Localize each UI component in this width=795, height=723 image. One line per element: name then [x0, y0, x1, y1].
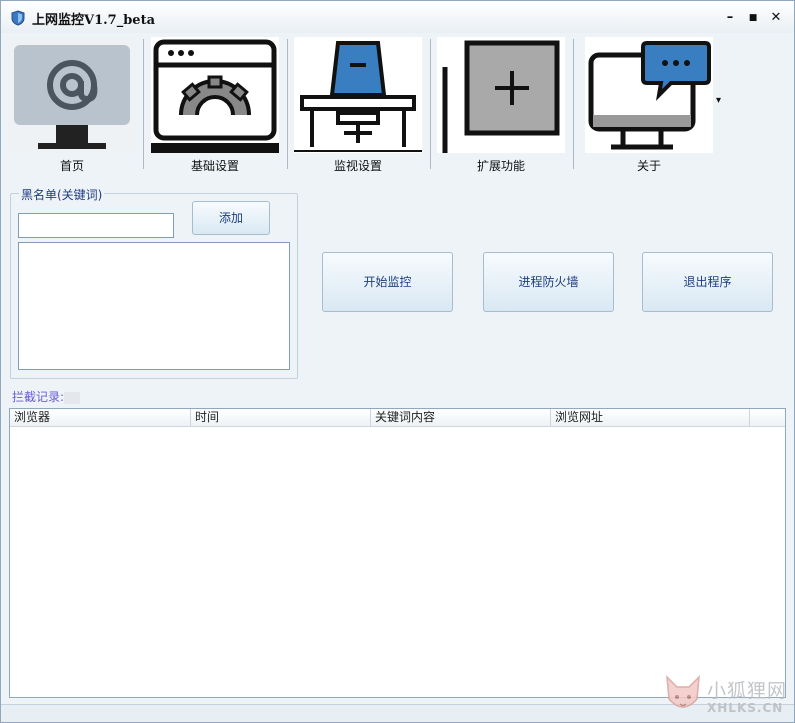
start-monitor-button[interactable]: 开始监控 — [322, 252, 453, 312]
blacklist-legend: 黑名单(关键词) — [19, 186, 105, 203]
title-bar: 上网监控V1.7_beta – ■ ✕ — [1, 1, 794, 33]
minimize-button[interactable]: – — [721, 9, 739, 27]
watermark: 小狐狸网 XHLKS.CN — [663, 673, 791, 719]
column-header-url[interactable]: 浏览网址 — [551, 409, 750, 426]
maximize-button[interactable]: ■ — [744, 9, 762, 27]
monitor-chat-icon — [585, 37, 713, 153]
plus-box-icon — [437, 37, 565, 153]
desk-chair-icon — [294, 37, 422, 153]
intercept-log-label: 拦截记录: — [12, 388, 81, 405]
column-header-keyword[interactable]: 关键词内容 — [371, 409, 551, 426]
intercept-log-label-text: 拦截记录: — [12, 390, 65, 404]
table-header: 浏览器 时间 关键词内容 浏览网址 — [10, 409, 785, 427]
shield-icon — [11, 10, 25, 26]
intercept-count-placeholder — [64, 391, 81, 404]
app-window: 上网监控V1.7_beta – ■ ✕ 首页 基础设置 监视设置 扩展功能 关于… — [0, 0, 795, 723]
fox-logo-icon — [666, 675, 700, 708]
main-toolbar: 首页 基础设置 监视设置 扩展功能 关于 ▾ — [1, 33, 794, 173]
process-firewall-button[interactable]: 进程防火墙 — [483, 252, 614, 312]
toolbar-item-monitor-settings[interactable]: 监视设置 — [294, 37, 422, 173]
keyword-list[interactable] — [18, 242, 290, 370]
toolbar-label-about: 关于 — [636, 159, 661, 173]
toolbar-overflow-button[interactable]: ▾ — [716, 95, 721, 106]
watermark-cn-text: 小狐狸网 — [707, 680, 788, 702]
toolbar-label-home: 首页 — [59, 159, 84, 173]
browser-gear-icon — [151, 37, 279, 153]
toolbar-divider — [573, 39, 574, 169]
toolbar-label-basic-settings: 基础设置 — [190, 159, 239, 173]
watermark-en-text: XHLKS.CN — [707, 701, 784, 715]
toolbar-item-extensions[interactable]: 扩展功能 — [437, 37, 565, 173]
keyword-input[interactable] — [18, 213, 174, 238]
toolbar-item-basic-settings[interactable]: 基础设置 — [151, 37, 279, 173]
toolbar-label-extensions: 扩展功能 — [476, 159, 525, 173]
toolbar-divider — [430, 39, 431, 169]
toolbar-item-about[interactable]: 关于 — [585, 37, 713, 173]
at-sign-monitor-icon — [8, 37, 136, 153]
toolbar-item-home[interactable]: 首页 — [8, 37, 136, 173]
close-button[interactable]: ✕ — [767, 9, 785, 27]
exit-program-button[interactable]: 退出程序 — [642, 252, 773, 312]
add-keyword-button[interactable]: 添加 — [192, 201, 270, 235]
column-header-time[interactable]: 时间 — [191, 409, 371, 426]
column-header-browser[interactable]: 浏览器 — [10, 409, 191, 426]
toolbar-divider — [143, 39, 144, 169]
window-title: 上网监控V1.7_beta — [32, 13, 155, 28]
toolbar-divider — [287, 39, 288, 169]
toolbar-label-monitor-settings: 监视设置 — [333, 159, 382, 173]
intercept-log-table[interactable]: 浏览器 时间 关键词内容 浏览网址 — [9, 408, 786, 698]
